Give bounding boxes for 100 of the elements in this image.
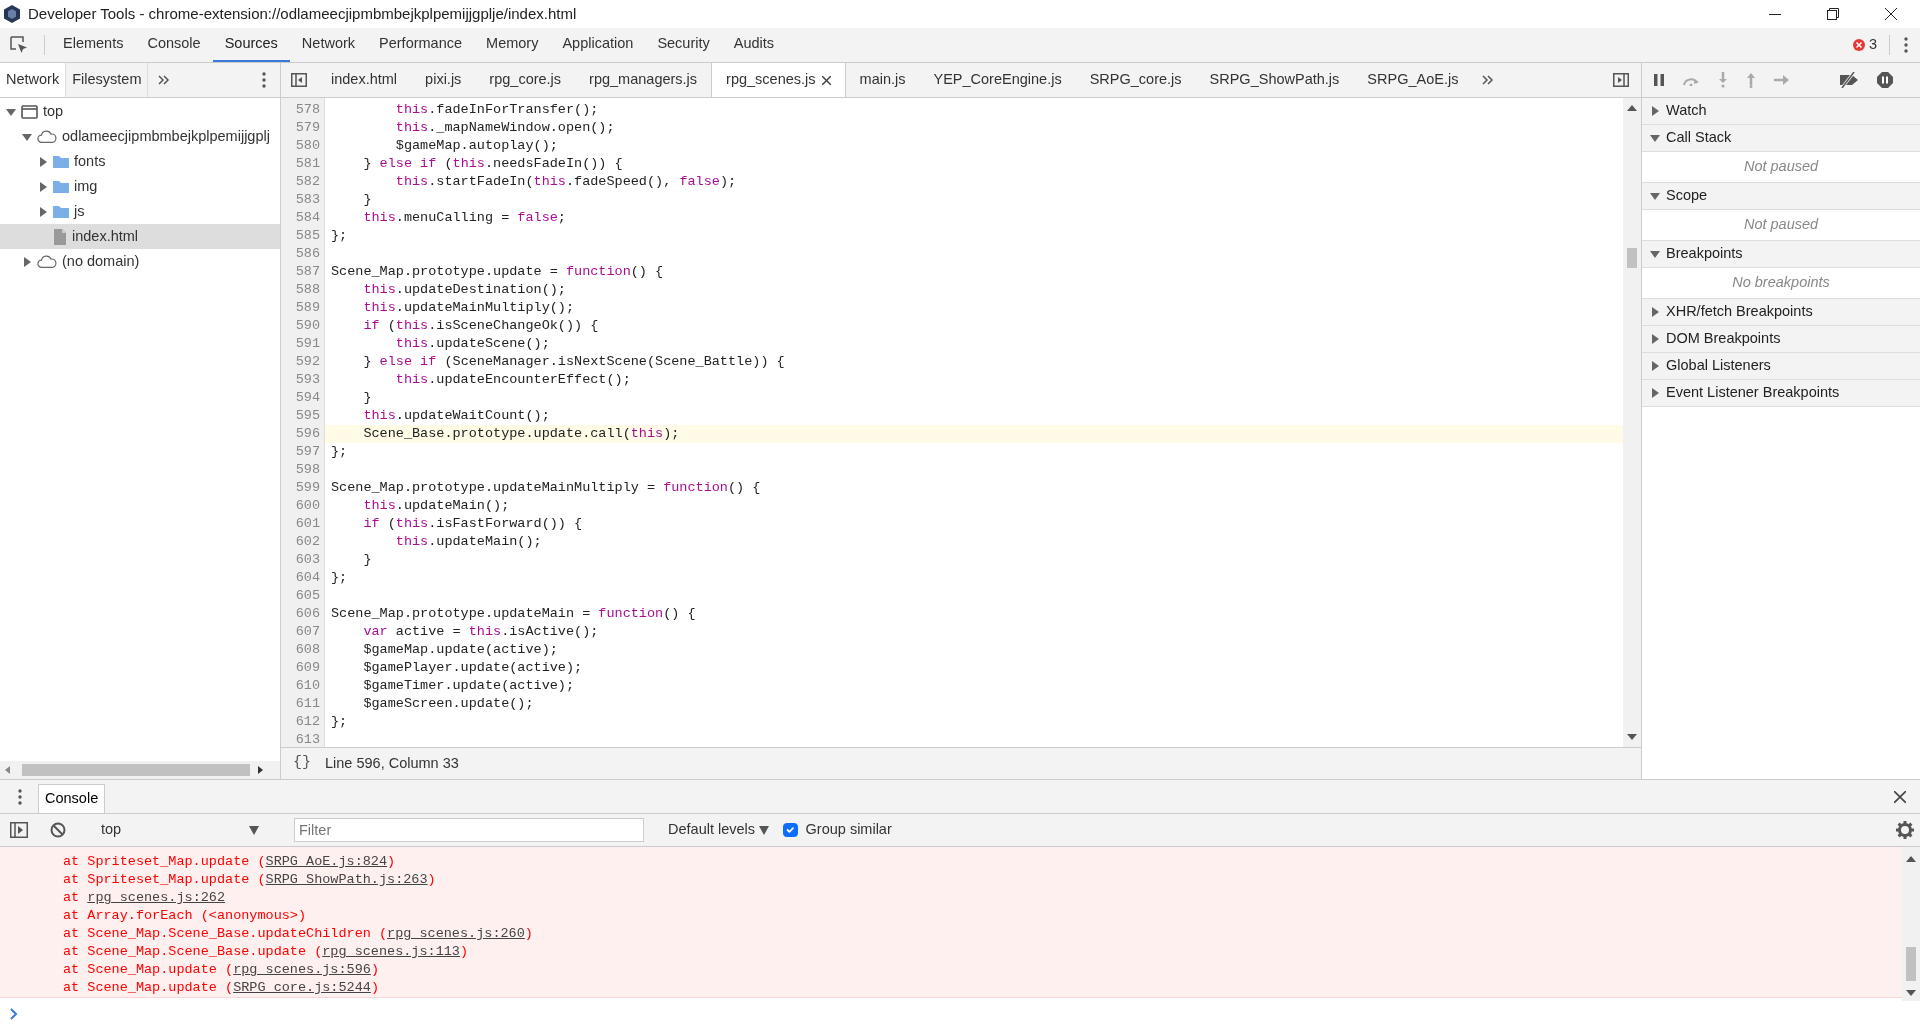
file-tab[interactable]: index.html	[317, 63, 412, 97]
levels-dropdown[interactable]: Default levels	[662, 818, 776, 842]
tab[interactable]: Security	[645, 28, 722, 62]
file-tab[interactable]: YEP_CoreEngine.js	[919, 63, 1076, 97]
section-header[interactable]: DOM Breakpoints	[1642, 326, 1920, 353]
empty-message: Not paused	[1743, 215, 1819, 235]
tree-item[interactable]: js	[0, 199, 280, 224]
code-line: };	[330, 443, 349, 461]
source-link[interactable]: rpg_scenes.js:260	[387, 926, 525, 941]
file-tab[interactable]: rpg_scenes.js	[711, 63, 846, 97]
line-number: 601	[294, 515, 321, 533]
tab[interactable]: Memory	[474, 28, 551, 62]
source-link[interactable]: SRPG_ShowPath.js:263	[265, 872, 428, 887]
section-header[interactable]: Call Stack	[1642, 125, 1920, 152]
code-line: this.updateMain();	[362, 497, 511, 515]
line-number: 599	[294, 479, 321, 497]
line-number: 611	[294, 695, 321, 713]
line-number: 607	[294, 623, 321, 641]
tree-item[interactable]: img	[0, 174, 280, 199]
code-line: Scene_Map.prototype.updateMainMultiply = function() {	[330, 479, 762, 497]
tree-item[interactable]: odlameecjipmbmbejkplpemijjgplj	[0, 124, 280, 149]
line-number: 606	[294, 605, 321, 623]
source-link[interactable]: SRPG_core.js:5244	[233, 980, 371, 995]
code-line: this.menuCalling = false;	[362, 209, 567, 227]
source-link[interactable]: rpg_scenes.js:113	[322, 944, 460, 959]
error-message: at Spriteset_Map.update (SRPG_ShowPath.js:263)	[62, 871, 437, 889]
line-number: 604	[294, 569, 321, 587]
line-number: 609	[294, 659, 321, 677]
tab[interactable]: Performance	[367, 28, 475, 62]
code-line: };	[330, 227, 349, 245]
line-number: 613	[294, 731, 321, 747]
tab[interactable]: Audits	[721, 28, 787, 62]
tab[interactable]: Console	[135, 28, 213, 62]
line-number: 586	[294, 245, 321, 263]
code-line: }	[362, 389, 373, 407]
error-count: 3	[1868, 35, 1877, 55]
code-line: Scene_Map.prototype.updateMain = function() {	[330, 605, 697, 623]
tree-item[interactable]: index.html	[0, 224, 280, 249]
source-link[interactable]: rpg_scenes.js:262	[87, 890, 226, 905]
line-number: 596	[294, 425, 321, 443]
code-line: }	[362, 551, 373, 569]
line-number: 600	[294, 497, 321, 515]
code-line: };	[330, 713, 349, 731]
file-tab[interactable]: SRPG_core.js	[1075, 63, 1196, 97]
filter-field[interactable]: Filter	[294, 818, 644, 842]
code-line: } else if (this.needsFadeIn()) {	[362, 155, 624, 173]
tree-item[interactable]: (no domain)	[0, 249, 280, 274]
code-line: this.updateWaitCount();	[362, 407, 551, 425]
code-line: this.updateScene();	[394, 335, 551, 353]
tab[interactable]: Network	[289, 28, 368, 62]
empty-message: Not paused	[1743, 157, 1819, 177]
error-message: at Scene_Map.Scene_Base.updateChildren (rpg_scenes.js:260)	[62, 925, 534, 943]
code-line: this.updateDestination();	[362, 281, 567, 299]
section-header[interactable]: Breakpoints	[1642, 241, 1920, 268]
section-header[interactable]: Global Listeners	[1642, 353, 1920, 380]
tab[interactable]: Console	[38, 784, 106, 813]
source-link[interactable]: rpg_scenes.js:596	[233, 962, 371, 977]
tree-item[interactable]: fonts	[0, 149, 280, 174]
file-tab[interactable]: pixi.js	[411, 63, 476, 97]
error-message: at Scene_Map.update (SRPG_core.js:5244)	[62, 979, 380, 997]
tab[interactable]: Filesystem	[66, 63, 149, 97]
line-number: 602	[294, 533, 321, 551]
file-tab[interactable]: SRPG_ShowPath.js	[1195, 63, 1354, 97]
line-number: 583	[294, 191, 321, 209]
file-tab[interactable]: rpg_core.js	[475, 63, 576, 97]
line-number: 603	[294, 551, 321, 569]
section-header[interactable]: Event Listener Breakpoints	[1642, 380, 1920, 407]
pretty-print-button[interactable]: {}	[289, 752, 315, 775]
file-tab[interactable]: main.js	[845, 63, 920, 97]
tree-item[interactable]: top	[0, 99, 280, 124]
line-number: 582	[294, 173, 321, 191]
code-line: $gameTimer.update(active);	[362, 677, 576, 695]
tab[interactable]: Network	[0, 63, 67, 97]
code-line: var active = this.isActive();	[362, 623, 600, 641]
section-header[interactable]: Watch	[1642, 98, 1920, 125]
tab[interactable]: Application	[550, 28, 646, 62]
section-header[interactable]: Scope	[1642, 183, 1920, 210]
line-number: 595	[294, 407, 321, 425]
source-link[interactable]: SRPG_AoE.js:824	[265, 854, 388, 869]
code-line: this.fadeInForTransfer();	[394, 101, 600, 119]
code-line: }	[362, 191, 373, 209]
context-select[interactable]: top	[95, 819, 265, 841]
line-number: 594	[294, 389, 321, 407]
file-tab[interactable]: rpg_managers.js	[575, 63, 712, 97]
code-line: $gameMap.update(active);	[362, 641, 559, 659]
code-line: if (this.isSceneChangeOk()) {	[362, 317, 600, 335]
code-line: Scene_Map.prototype.update = function() {	[330, 263, 665, 281]
error-message: at rpg_scenes.js:262	[62, 889, 227, 907]
tab[interactable]: Elements	[51, 28, 136, 62]
line-number: 584	[294, 209, 321, 227]
code-line: this.updateEncounterEffect();	[394, 371, 632, 389]
line-number: 588	[294, 281, 321, 299]
file-tab[interactable]: SRPG_AoE.js	[1353, 63, 1473, 97]
line-number: 592	[294, 353, 321, 371]
section-header[interactable]: XHR/fetch Breakpoints	[1642, 299, 1920, 326]
line-number: 608	[294, 641, 321, 659]
error-message: at Scene_Map.Scene_Base.update (rpg_scenes.js:113)	[62, 943, 470, 961]
line-number: 598	[294, 461, 321, 479]
code-line: $gameMap.autoplay();	[394, 137, 559, 155]
line-number: 605	[294, 587, 321, 605]
